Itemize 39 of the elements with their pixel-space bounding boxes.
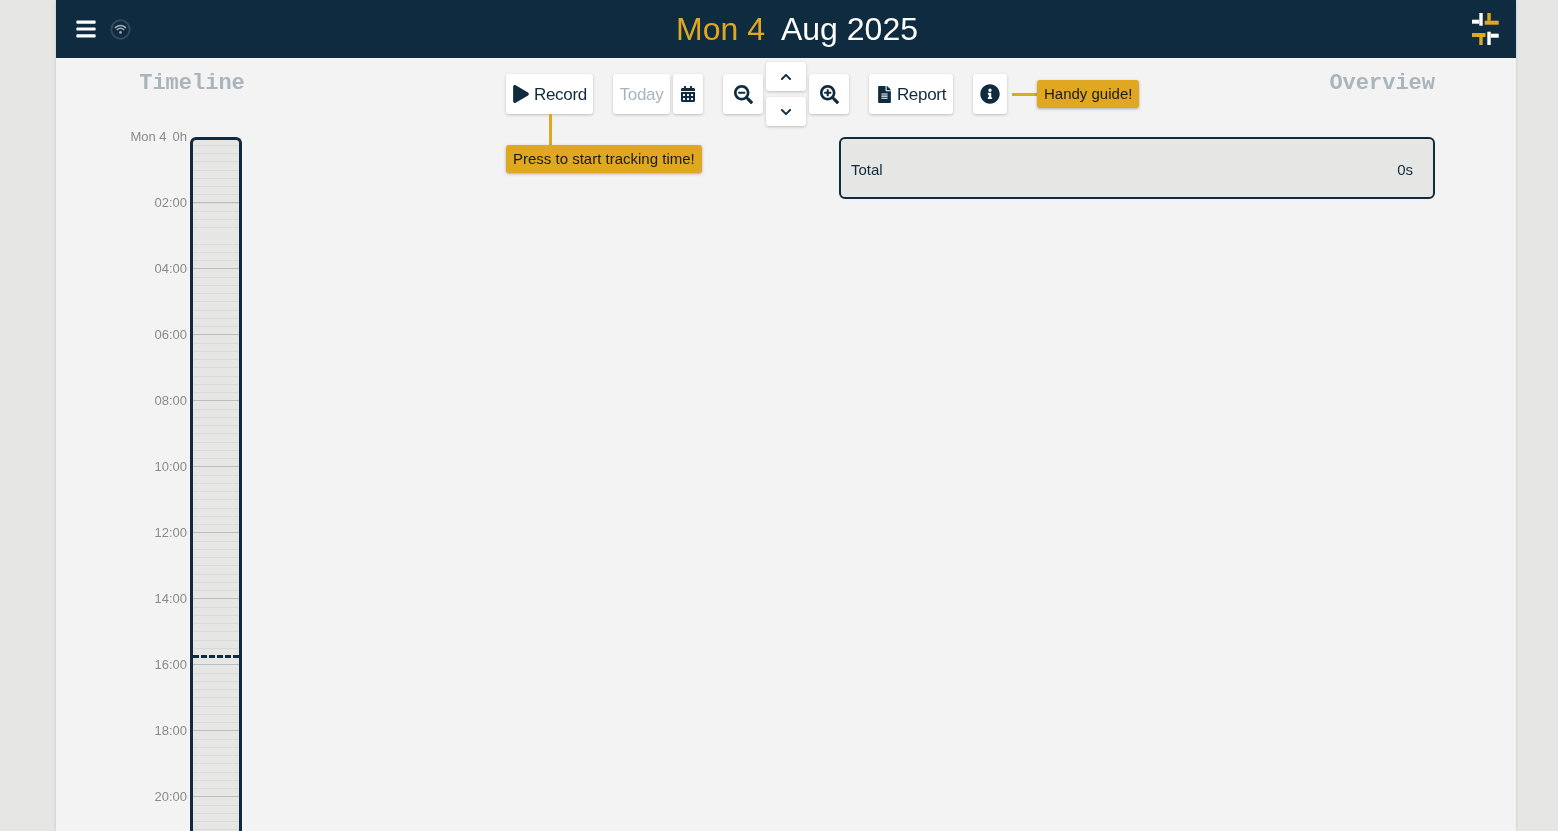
timeline-hour-label: 20:00 xyxy=(154,789,187,805)
scroll-up-button[interactable] xyxy=(766,62,806,91)
timeline-hour-label: 10:00 xyxy=(154,459,187,475)
play-icon xyxy=(512,85,530,103)
timeline-hour-label: 08:00 xyxy=(154,393,187,409)
timeline-hour-label: 14:00 xyxy=(154,591,187,607)
menu-icon[interactable] xyxy=(75,18,97,40)
timeline-hour-label: 16:00 xyxy=(154,657,187,673)
zoom-out-button[interactable] xyxy=(723,74,763,114)
zoom-in-button[interactable] xyxy=(809,74,849,114)
zoom-out-icon xyxy=(733,84,753,104)
total-value: 0s xyxy=(1397,159,1413,180)
wifi-icon xyxy=(110,18,131,40)
tooltip: Handy guide! xyxy=(1037,80,1140,108)
tooltip: Press to start tracking time! xyxy=(506,145,702,173)
timeline-hour-label: 0h xyxy=(172,129,187,145)
timeline-hour-label: 12:00 xyxy=(154,525,187,541)
section-heading: Timeline xyxy=(139,71,245,97)
logo-icon xyxy=(1472,13,1499,45)
timeline-hour-label: 04:00 xyxy=(154,261,187,277)
section-heading: Overview xyxy=(1329,71,1435,97)
connector-line xyxy=(1012,92,1037,96)
timeline-hour-label: 02:00 xyxy=(154,195,187,211)
timeline-day-label: Mon 4 xyxy=(130,129,167,145)
zoom-in-icon xyxy=(819,84,839,104)
timeline-hour-label: 06:00 xyxy=(154,327,187,343)
calendar-button[interactable] xyxy=(673,74,703,114)
header-month: Aug 2025 xyxy=(780,13,918,45)
scroll-down-button[interactable] xyxy=(766,97,806,126)
total-label: Total xyxy=(851,159,883,180)
report-button[interactable]: Report xyxy=(869,74,953,114)
connector-line xyxy=(549,114,552,145)
info-icon xyxy=(980,84,1000,104)
timeline-hour-label: 18:00 xyxy=(154,723,187,739)
header-day: Mon 4 xyxy=(676,13,765,45)
calendar-icon xyxy=(680,86,696,102)
info-button[interactable] xyxy=(973,74,1007,114)
record-button[interactable]: Record xyxy=(506,74,593,114)
document-icon xyxy=(875,85,893,103)
